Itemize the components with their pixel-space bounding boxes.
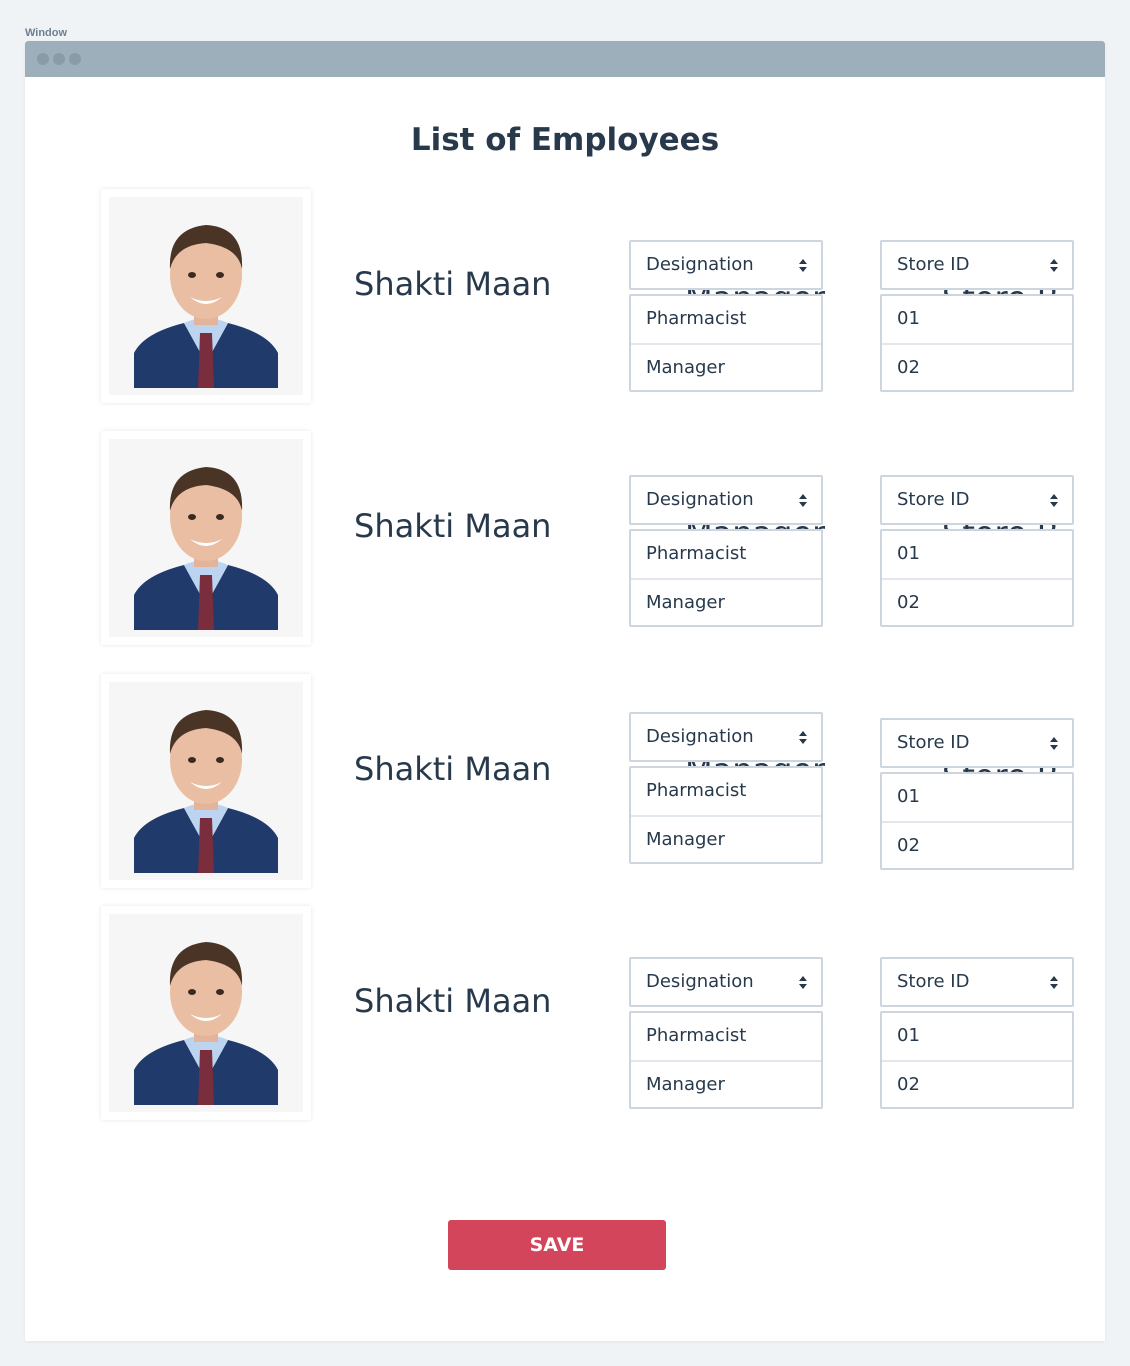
employee-name: Shakti Maan — [354, 265, 552, 303]
employee-photo — [109, 439, 303, 637]
page-title: List of Employees — [410, 122, 720, 158]
employee-photo-card — [101, 906, 311, 1120]
store-id-option[interactable]: 01 — [882, 774, 1072, 821]
employee-photo-card — [101, 431, 311, 645]
designation-select[interactable]: Designation — [629, 475, 823, 525]
designation-select-group: Manager Designation Pharmacist Manager — [629, 475, 825, 627]
store-id-select-label: Store ID — [897, 732, 970, 753]
employee-name: Shakti Maan — [354, 507, 552, 545]
sort-caret-icon — [799, 494, 807, 508]
store-id-select-label: Store ID — [897, 971, 970, 992]
designation-option[interactable]: Manager — [631, 1060, 821, 1107]
store-id-option[interactable]: 02 — [882, 1060, 1072, 1107]
store-select-group: Store B Store ID 01 02 — [880, 718, 1074, 870]
store-id-option[interactable]: 02 — [882, 821, 1072, 868]
designation-select-label: Designation — [646, 254, 754, 275]
store-id-option[interactable]: 01 — [882, 531, 1072, 578]
designation-select-group: Manager Designation Pharmacist Manager — [629, 240, 825, 392]
designation-select-group: Designation Pharmacist Manager — [629, 957, 823, 1109]
sort-caret-icon — [1050, 976, 1058, 990]
store-select-group: Store B Store ID 01 02 — [880, 475, 1074, 627]
employee-row: Shakti Maan Manager Designation Pharmaci… — [25, 674, 1105, 894]
window-controls — [37, 53, 81, 65]
sort-caret-icon — [1050, 737, 1058, 751]
store-id-select-label: Store ID — [897, 254, 970, 275]
store-id-options: 01 02 — [880, 529, 1074, 627]
employee-name: Shakti Maan — [354, 982, 552, 1020]
sort-caret-icon — [1050, 494, 1058, 508]
window-label: Window — [25, 27, 68, 39]
person-photo-icon — [134, 467, 278, 630]
designation-option[interactable]: Pharmacist — [631, 531, 821, 578]
person-photo-icon — [134, 942, 278, 1105]
designation-select-label: Designation — [646, 971, 754, 992]
employee-photo — [109, 197, 303, 395]
person-photo-icon — [134, 710, 278, 873]
designation-option[interactable]: Manager — [631, 815, 821, 862]
employee-photo-card — [101, 189, 311, 403]
maximize-dot-icon[interactable] — [69, 53, 81, 65]
store-id-select-label: Store ID — [897, 489, 970, 510]
employee-row: Shakti Maan Manager Designation Pharmaci… — [25, 189, 1105, 409]
store-id-options: 01 02 — [880, 772, 1074, 870]
employee-photo — [109, 682, 303, 880]
designation-options: Pharmacist Manager — [629, 1011, 823, 1109]
store-select-group: Store ID 01 02 — [880, 957, 1074, 1109]
app-window: List of Employees Shakti Maan Manager — [25, 41, 1105, 1341]
store-id-options: 01 02 — [880, 294, 1074, 392]
designation-option[interactable]: Manager — [631, 343, 821, 390]
designation-option[interactable]: Pharmacist — [631, 768, 821, 815]
employee-photo-card — [101, 674, 311, 888]
employee-photo — [109, 914, 303, 1112]
minimize-dot-icon[interactable] — [53, 53, 65, 65]
designation-option[interactable]: Manager — [631, 578, 821, 625]
designation-select-label: Designation — [646, 726, 754, 747]
designation-select[interactable]: Designation — [629, 240, 823, 290]
sort-caret-icon — [799, 731, 807, 745]
designation-options: Pharmacist Manager — [629, 766, 823, 864]
close-dot-icon[interactable] — [37, 53, 49, 65]
designation-option[interactable]: Pharmacist — [631, 296, 821, 343]
employee-row: Shakti Maan Designation Pharmacist Manag… — [25, 906, 1105, 1126]
store-id-select[interactable]: Store ID — [880, 240, 1074, 290]
store-id-option[interactable]: 02 — [882, 343, 1072, 390]
sort-caret-icon — [799, 259, 807, 273]
employee-row: Shakti Maan Manager Designation Pharmaci… — [25, 431, 1105, 651]
designation-options: Pharmacist Manager — [629, 294, 823, 392]
designation-select-label: Designation — [646, 489, 754, 510]
store-id-select[interactable]: Store ID — [880, 718, 1074, 768]
sort-caret-icon — [799, 976, 807, 990]
store-select-group: Store B Store ID 01 02 — [880, 240, 1074, 392]
employee-name: Shakti Maan — [354, 750, 552, 788]
designation-select-group: Manager Designation Pharmacist Manager — [629, 712, 825, 864]
window-titlebar — [25, 41, 1105, 77]
designation-option[interactable]: Pharmacist — [631, 1013, 821, 1060]
designation-select[interactable]: Designation — [629, 712, 823, 762]
sort-caret-icon — [1050, 259, 1058, 273]
designation-select[interactable]: Designation — [629, 957, 823, 1007]
store-id-select[interactable]: Store ID — [880, 475, 1074, 525]
store-id-option[interactable]: 01 — [882, 1013, 1072, 1060]
person-photo-icon — [134, 225, 278, 388]
save-button[interactable]: SAVE — [448, 1220, 666, 1270]
store-id-options: 01 02 — [880, 1011, 1074, 1109]
store-id-option[interactable]: 01 — [882, 296, 1072, 343]
store-id-option[interactable]: 02 — [882, 578, 1072, 625]
store-id-select[interactable]: Store ID — [880, 957, 1074, 1007]
designation-options: Pharmacist Manager — [629, 529, 823, 627]
